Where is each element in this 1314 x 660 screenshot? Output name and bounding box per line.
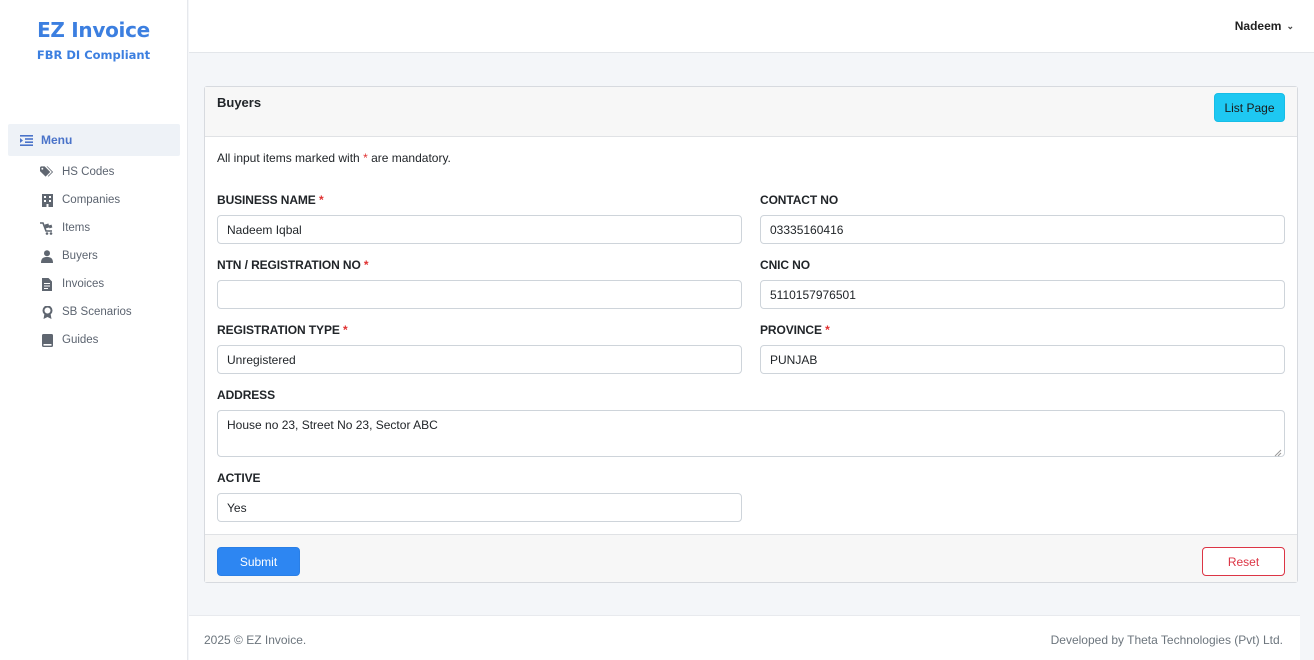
- address-label: ADDRESS: [217, 388, 275, 402]
- required-star: *: [363, 151, 368, 165]
- province-label: PROVINCE *: [760, 323, 830, 337]
- business-name-input[interactable]: [217, 215, 742, 244]
- contact-no-input[interactable]: [760, 215, 1285, 244]
- submit-button[interactable]: Submit: [217, 547, 300, 576]
- card-footer: Submit Reset: [205, 534, 1297, 582]
- brand-subtitle: FBR DI Compliant: [36, 48, 151, 62]
- sidebar: EZ Invoice FBR DI Compliant Menu HS Code…: [0, 0, 188, 660]
- sidebar-item-label: HS Codes: [62, 166, 115, 178]
- registration-type-select[interactable]: Unregistered: [217, 345, 742, 374]
- user-name: Nadeem: [1234, 19, 1282, 33]
- sidebar-item-guides[interactable]: Guides: [40, 326, 132, 354]
- sidebar-item-label: Invoices: [62, 278, 105, 290]
- cart-icon: [40, 221, 54, 235]
- active-label: ACTIVE: [217, 471, 261, 485]
- user-icon: [40, 249, 54, 263]
- cnic-label: CNIC NO: [760, 258, 810, 272]
- user-menu[interactable]: Nadeem ⌄: [1235, 19, 1294, 33]
- brand: EZ Invoice FBR DI Compliant: [0, 0, 187, 62]
- list-page-button[interactable]: List Page: [1214, 93, 1285, 122]
- required-star: *: [343, 323, 348, 337]
- sidebar-item-invoices[interactable]: Invoices: [40, 270, 132, 298]
- province-select[interactable]: PUNJAB: [760, 345, 1285, 374]
- chevron-down-icon: ⌄: [1286, 20, 1294, 31]
- developer-credit: Developed by Theta Technologies (Pvt) Lt…: [1050, 633, 1283, 647]
- sidebar-item-items[interactable]: Items: [40, 214, 132, 242]
- resize-handle-icon[interactable]: [1274, 446, 1282, 457]
- sidebar-item-label: Guides: [62, 334, 99, 346]
- menu-toggle[interactable]: Menu: [8, 124, 180, 156]
- cnic-input[interactable]: [760, 280, 1285, 309]
- mandatory-note: All input items marked with * are mandat…: [217, 151, 451, 165]
- registration-type-label: REGISTRATION TYPE *: [217, 323, 348, 337]
- label-text: NTN / REGISTRATION NO: [217, 258, 361, 272]
- active-select[interactable]: Yes: [217, 493, 742, 522]
- menu-indent-icon: [20, 134, 33, 146]
- business-name-label: BUSINESS NAME *: [217, 193, 324, 207]
- ntn-label: NTN / REGISTRATION NO *: [217, 258, 369, 272]
- ntn-input[interactable]: [217, 280, 742, 309]
- label-text: BUSINESS NAME: [217, 193, 316, 207]
- reset-button[interactable]: Reset: [1202, 547, 1285, 576]
- award-icon: [40, 305, 54, 319]
- required-star: *: [318, 193, 324, 207]
- label-text: REGISTRATION TYPE: [217, 323, 340, 337]
- page-footer: 2025 © EZ Invoice. Developed by Theta Te…: [189, 615, 1300, 660]
- address-value: House no 23, Street No 23, Sector ABC: [227, 418, 438, 432]
- address-textarea[interactable]: House no 23, Street No 23, Sector ABC: [217, 410, 1285, 457]
- building-icon: [40, 193, 54, 207]
- sidebar-item-label: Items: [62, 222, 91, 234]
- sidebar-nav: HS Codes Companies Items Buyers Invoices: [40, 158, 132, 354]
- sidebar-item-label: Companies: [62, 194, 121, 206]
- sidebar-item-sb-scenarios[interactable]: SB Scenarios: [40, 298, 132, 326]
- topbar: Nadeem ⌄: [189, 0, 1314, 53]
- page-title: Buyers: [217, 95, 262, 110]
- book-icon: [40, 333, 54, 347]
- required-star: *: [363, 258, 369, 272]
- copyright-text: 2025 © EZ Invoice.: [204, 633, 307, 647]
- buyers-form-card: Buyers List Page All input items marked …: [204, 86, 1298, 583]
- contact-no-label: CONTACT NO: [760, 193, 839, 207]
- sidebar-item-label: Buyers: [62, 250, 98, 262]
- note-text-after: are mandatory.: [371, 151, 451, 165]
- label-text: PROVINCE: [760, 323, 822, 337]
- menu-label: Menu: [41, 133, 73, 147]
- sidebar-item-hs-codes[interactable]: HS Codes: [40, 158, 132, 186]
- brand-title[interactable]: EZ Invoice: [0, 18, 187, 42]
- sidebar-item-label: SB Scenarios: [62, 306, 132, 318]
- required-star: *: [825, 323, 830, 337]
- card-header: Buyers List Page: [205, 87, 1297, 137]
- sidebar-item-companies[interactable]: Companies: [40, 186, 132, 214]
- sidebar-item-buyers[interactable]: Buyers: [40, 242, 132, 270]
- note-text-before: All input items marked with: [217, 151, 360, 165]
- tags-icon: [40, 165, 54, 179]
- document-icon: [40, 277, 54, 291]
